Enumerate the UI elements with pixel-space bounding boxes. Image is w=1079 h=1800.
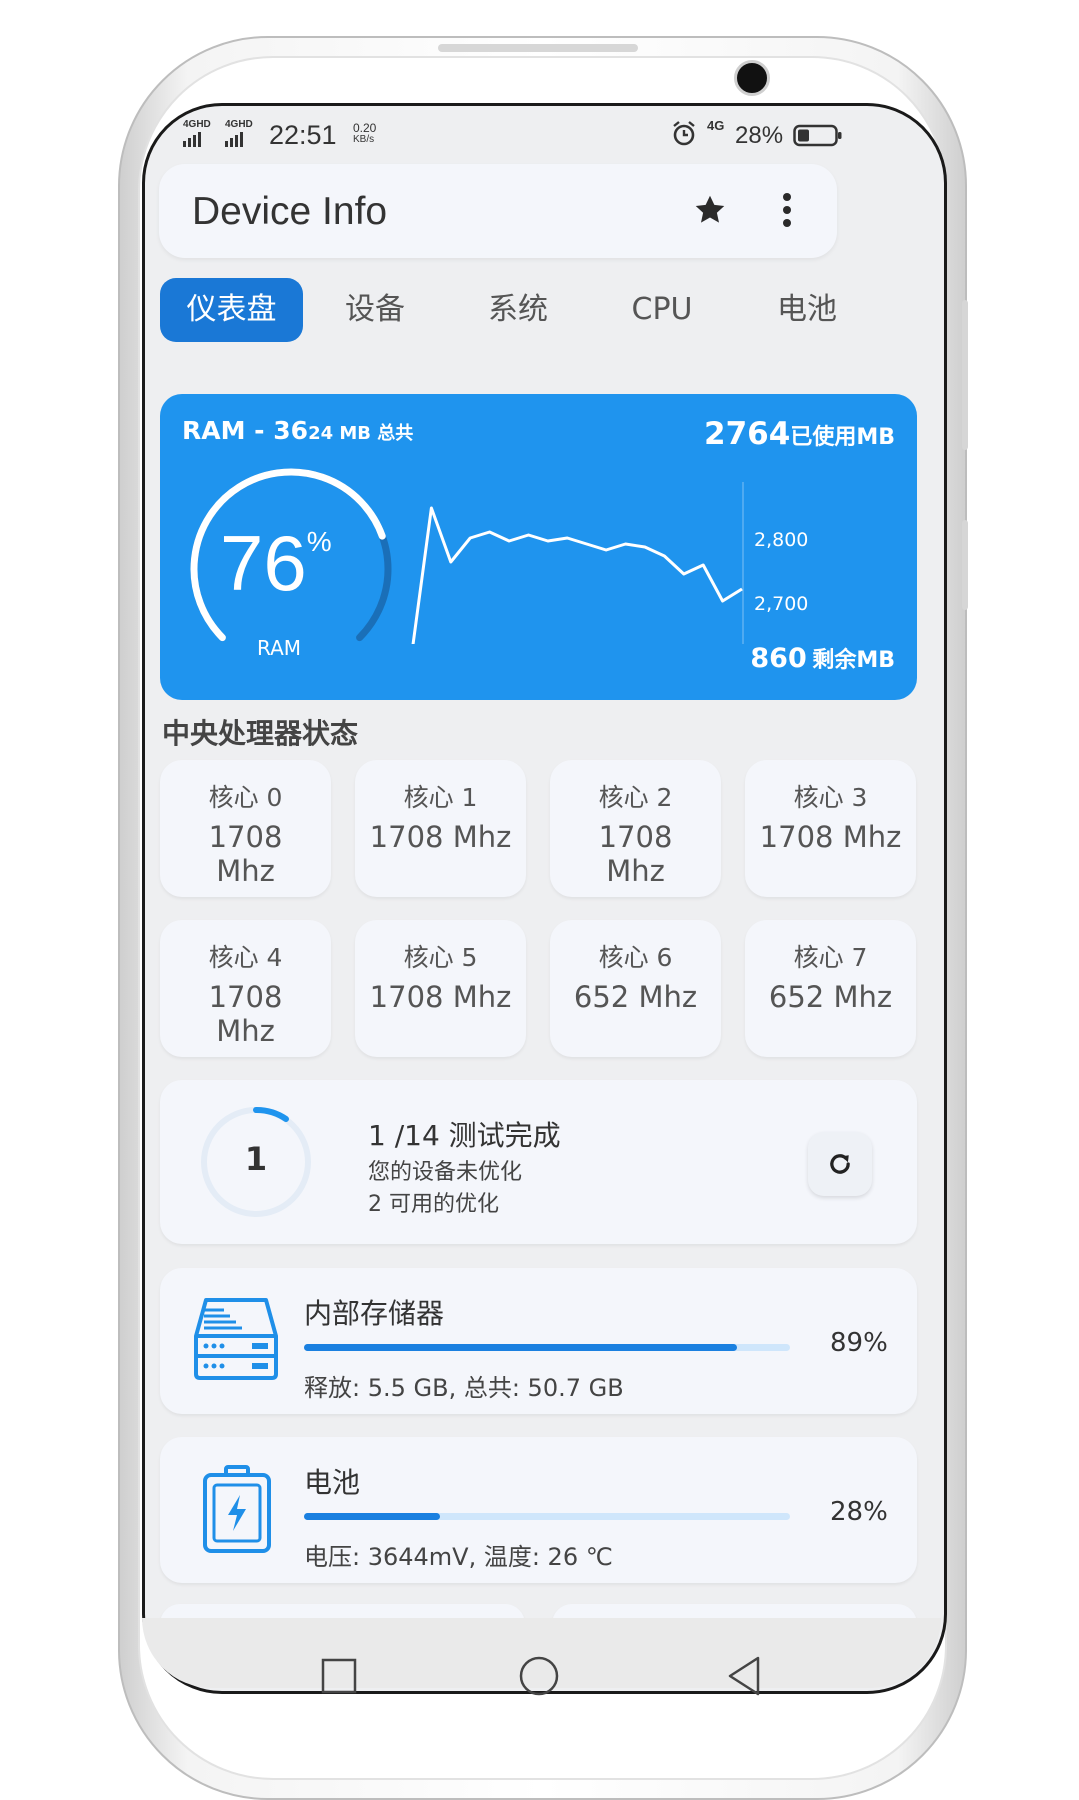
storage-progress-fill bbox=[304, 1344, 737, 1351]
signal-bars-icon bbox=[183, 132, 201, 147]
storage-detail: 释放: 5.5 GB, 总共: 50.7 GB bbox=[304, 1374, 624, 1402]
core-label: 核心 3 bbox=[793, 783, 868, 812]
speed-unit: KB/s bbox=[353, 134, 375, 145]
clock: 22:51 bbox=[269, 120, 337, 150]
signal-sim2: 4GHD bbox=[225, 120, 261, 150]
more-vert-icon[interactable] bbox=[781, 192, 793, 228]
cpu-core-card[interactable]: 核心 5 1708 Mhz bbox=[355, 920, 526, 1057]
ram-usage-line bbox=[411, 506, 743, 644]
core-frequency: 1708 Mhz bbox=[598, 820, 673, 888]
battery-progress-fill bbox=[304, 1513, 441, 1520]
core-label: 核心 0 bbox=[208, 783, 283, 812]
core-frequency: 1708 Mhz bbox=[369, 820, 512, 854]
ram-title: RAM - 3624 MB 总共 bbox=[182, 416, 413, 445]
ram-used-label: 已使用MB bbox=[790, 425, 895, 450]
storage-progress-track bbox=[304, 1344, 790, 1351]
ram-free-value: 860 bbox=[750, 643, 807, 674]
ram-free-label: 剩余MB bbox=[812, 648, 895, 673]
core-label: 核心 6 bbox=[598, 943, 673, 972]
status-bar: 4GHD 4GHD 22:51 0.20 KB/s 4G 28% bbox=[183, 118, 903, 158]
app-title: Device Info bbox=[192, 190, 388, 233]
tab-system[interactable]: 系统 bbox=[448, 278, 588, 342]
front-camera bbox=[734, 60, 770, 96]
sim2-label: 4GHD bbox=[225, 119, 253, 130]
cpu-core-card[interactable]: 核心 2 1708 Mhz bbox=[550, 760, 721, 897]
core-label: 核心 7 bbox=[793, 943, 868, 972]
storage-percent: 89% bbox=[830, 1328, 888, 1358]
optimization-card[interactable]: 1 1 /14 测试完成 您的设备未优化 2 可用的优化 bbox=[160, 1080, 917, 1244]
core-label: 核心 1 bbox=[403, 783, 478, 812]
core-label: 核心 5 bbox=[403, 943, 478, 972]
ram-percent-sign: % bbox=[306, 526, 332, 557]
square-icon[interactable] bbox=[319, 1656, 359, 1696]
circle-icon[interactable] bbox=[517, 1654, 561, 1698]
network-type: 4G bbox=[707, 118, 725, 133]
storage-title: 内部存储器 bbox=[304, 1297, 445, 1330]
battery-title: 电池 bbox=[304, 1466, 361, 1499]
speed-value: 0.20 bbox=[353, 121, 377, 135]
battery-icon bbox=[793, 124, 842, 147]
cpu-core-card[interactable]: 核心 4 1708 Mhz bbox=[160, 920, 331, 1057]
core-frequency: 1708 Mhz bbox=[208, 820, 283, 888]
ram-card[interactable]: RAM - 3624 MB 总共 2764已使用MB 76% RAM 2,800… bbox=[160, 394, 917, 700]
tests-title: 1 /14 测试完成 bbox=[368, 1119, 561, 1152]
ram-usage-chart bbox=[411, 482, 744, 644]
tests-available: 2 可用的优化 bbox=[368, 1192, 499, 1217]
ram-used-value: 2764 bbox=[704, 416, 791, 452]
volume-button bbox=[962, 300, 968, 450]
ram-total-prefix: RAM - 36 bbox=[182, 416, 309, 445]
navigation-bar bbox=[142, 1618, 941, 1696]
hard-drive-icon bbox=[194, 1298, 278, 1380]
ram-gauge-label: RAM bbox=[257, 636, 302, 660]
core-frequency: 652 Mhz bbox=[768, 980, 893, 1014]
core-frequency: 1708 Mhz bbox=[759, 820, 902, 854]
cpu-core-card[interactable]: 核心 6 652 Mhz bbox=[550, 920, 721, 1057]
ram-total-suffix: 24 MB 总共 bbox=[308, 423, 414, 444]
battery-percent: 28% bbox=[735, 122, 784, 149]
cpu-section-title: 中央处理器状态 bbox=[162, 717, 359, 750]
battery-progress-track bbox=[304, 1513, 790, 1520]
signal-sim1: 4GHD bbox=[183, 120, 219, 150]
ram-percent: 76% bbox=[220, 518, 332, 609]
ram-free: 860 剩余MB bbox=[750, 642, 895, 674]
tab-dashboard[interactable]: 仪表盘 bbox=[160, 278, 303, 342]
core-frequency: 1708 Mhz bbox=[369, 980, 512, 1014]
core-label: 核心 4 bbox=[208, 943, 283, 972]
core-frequency: 652 Mhz bbox=[573, 980, 698, 1014]
ram-percent-value: 76 bbox=[220, 519, 307, 607]
tab-battery[interactable]: 电池 bbox=[737, 278, 877, 342]
battery-card[interactable]: 电池 28% 电压: 3644mV, 温度: 26 ℃ bbox=[160, 1437, 917, 1583]
network-speed: 0.20 KB/s bbox=[353, 122, 376, 146]
ram-used: 2764已使用MB bbox=[704, 416, 895, 452]
battery-detail: 电压: 3644mV, 温度: 26 ℃ bbox=[304, 1543, 613, 1571]
cpu-core-card[interactable]: 核心 3 1708 Mhz bbox=[745, 760, 916, 897]
power-button bbox=[962, 520, 968, 610]
tab-cpu[interactable]: CPU bbox=[592, 278, 732, 342]
refresh-button[interactable] bbox=[808, 1132, 872, 1196]
y-tick-2700: 2,700 bbox=[754, 593, 809, 615]
tests-status: 您的设备未优化 bbox=[368, 1160, 523, 1185]
battery-percent-value: 28% bbox=[830, 1497, 888, 1527]
storage-card[interactable]: 内部存储器 89% 释放: 5.5 GB, 总共: 50.7 GB bbox=[160, 1268, 917, 1414]
alarm-icon bbox=[673, 121, 695, 146]
tab-device[interactable]: 设备 bbox=[305, 278, 445, 342]
refresh-icon bbox=[830, 1154, 850, 1174]
cpu-core-card[interactable]: 核心 7 652 Mhz bbox=[745, 920, 916, 1057]
battery-charging-icon bbox=[203, 1465, 271, 1553]
signal-bars-icon bbox=[225, 132, 243, 147]
sim1-label: 4GHD bbox=[183, 119, 211, 130]
app-bar: Device Info bbox=[159, 164, 837, 258]
cpu-core-card[interactable]: 核心 1 1708 Mhz bbox=[355, 760, 526, 897]
speaker-grille bbox=[438, 44, 638, 52]
core-label: 核心 2 bbox=[598, 783, 673, 812]
cpu-core-card[interactable]: 核心 0 1708 Mhz bbox=[160, 760, 331, 897]
core-frequency: 1708 Mhz bbox=[208, 980, 283, 1048]
triangle-back-icon[interactable] bbox=[724, 1654, 764, 1698]
star-icon[interactable] bbox=[691, 192, 729, 228]
tests-count: 1 bbox=[244, 1140, 268, 1178]
y-tick-2800: 2,800 bbox=[754, 529, 809, 551]
